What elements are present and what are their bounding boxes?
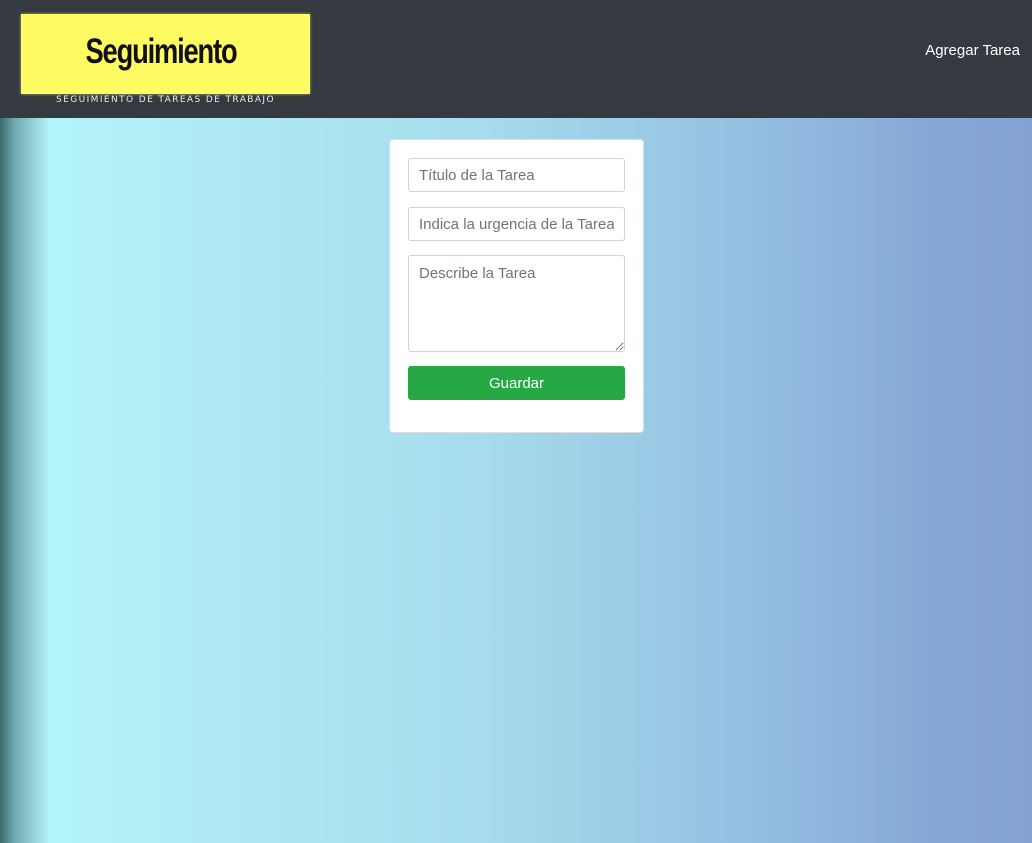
task-title-input[interactable] xyxy=(408,158,625,192)
logo-banner: Seguimiento xyxy=(21,14,310,94)
task-urgency-input[interactable] xyxy=(408,207,625,241)
logo[interactable]: Seguimiento SEGUIMIENTO DE TAREAS DE TRA… xyxy=(21,14,310,109)
add-task-link[interactable]: Agregar Tarea xyxy=(925,42,1020,60)
save-button[interactable]: Guardar xyxy=(408,366,625,400)
task-form-card: Guardar xyxy=(389,139,644,433)
task-description-textarea[interactable] xyxy=(408,255,625,352)
logo-subtitle: SEGUIMIENTO DE TAREAS DE TRABAJO xyxy=(56,95,275,105)
navbar: Seguimiento SEGUIMIENTO DE TAREAS DE TRA… xyxy=(0,0,1032,118)
logo-title: Seguimiento xyxy=(85,32,238,71)
